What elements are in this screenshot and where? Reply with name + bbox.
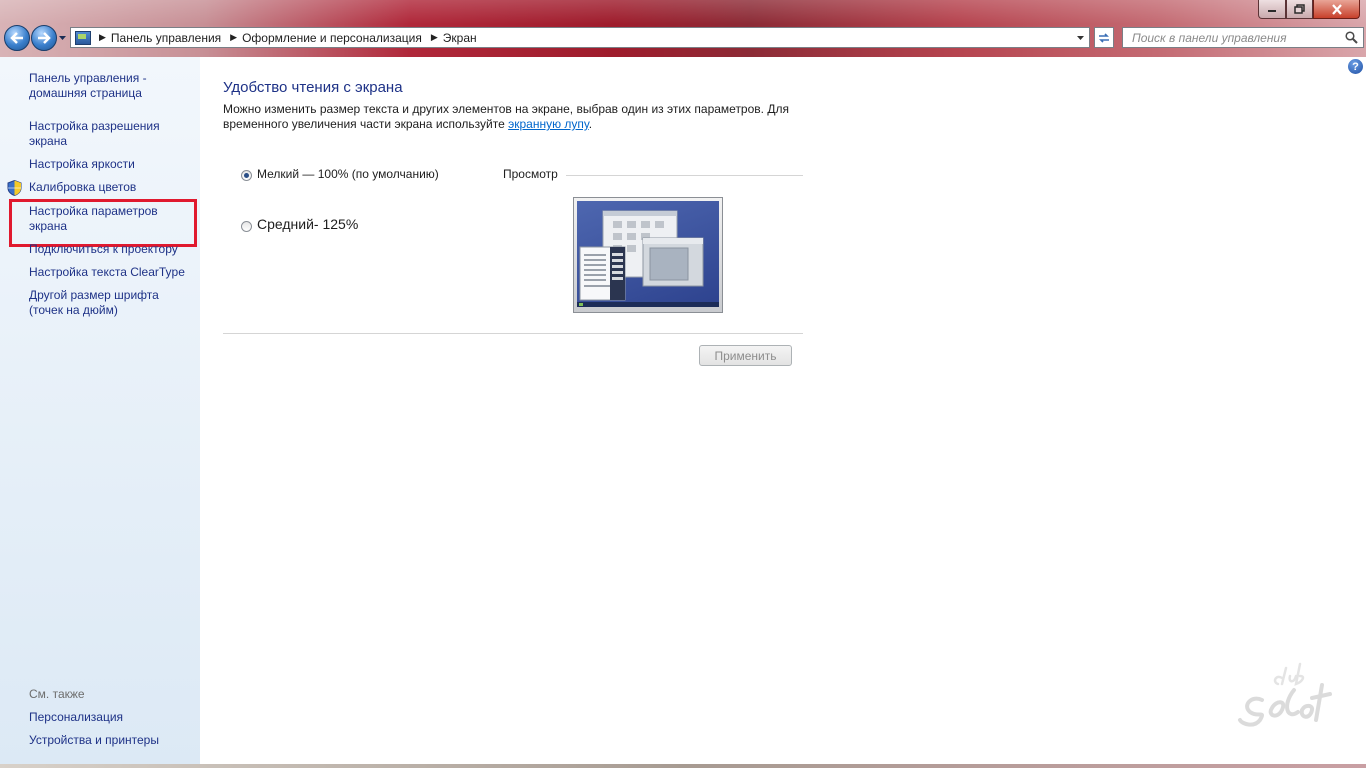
breadcrumb-appearance[interactable]: Оформление и персонализация xyxy=(242,31,422,45)
highlight-annotation xyxy=(9,199,197,247)
close-icon xyxy=(1331,3,1342,15)
forward-button[interactable] xyxy=(31,25,57,51)
watermark-logo xyxy=(1238,662,1332,727)
sidebar-item-control-panel-home[interactable]: Панель управления - домашняя страница xyxy=(29,71,179,101)
sidebar-item-cleartype[interactable]: Настройка текста ClearType xyxy=(29,265,185,280)
description-text: Можно изменить размер текста и других эл… xyxy=(223,102,789,131)
minimize-button[interactable] xyxy=(1258,0,1286,19)
taskbar-edge xyxy=(0,764,1366,768)
breadcrumb-separator-icon[interactable]: ▶ xyxy=(230,32,237,43)
breadcrumb-control-panel[interactable]: Панель управления xyxy=(111,31,221,45)
radio-small[interactable] xyxy=(241,170,252,181)
refresh-icon xyxy=(1099,32,1109,43)
sidebar-item-projector[interactable]: Подключиться к проектору xyxy=(29,242,178,257)
refresh-button[interactable] xyxy=(1094,27,1114,48)
close-button[interactable] xyxy=(1313,0,1360,19)
description-end: . xyxy=(588,117,593,131)
radio-medium[interactable] xyxy=(241,221,252,232)
sidebar-item-brightness[interactable]: Настройка яркости xyxy=(29,157,135,172)
preview-label: Просмотр xyxy=(503,167,558,181)
sidebar-item-resolution[interactable]: Настройка разрешения экрана xyxy=(29,119,179,149)
apply-button[interactable]: Применить xyxy=(699,345,792,366)
back-arrow-icon xyxy=(10,32,23,44)
titlebar-sheen xyxy=(0,0,1366,24)
address-bar[interactable]: ▶ Панель управления ▶ Оформление и персо… xyxy=(70,27,1090,48)
content-divider xyxy=(223,333,803,334)
page-title: Удобство чтения с экрана xyxy=(223,79,403,96)
sidebar-item-custom-dpi[interactable]: Другой размер шрифта (точек на дюйм) xyxy=(29,288,179,318)
see-also-title: См. также xyxy=(29,687,85,701)
maximize-button[interactable] xyxy=(1286,0,1313,19)
radio-small-label[interactable]: Мелкий — 100% (по умолчанию) xyxy=(257,167,439,181)
recent-pages-dropdown[interactable] xyxy=(58,33,67,42)
sidebar-item-personalization[interactable]: Персонализация xyxy=(29,710,123,725)
forward-arrow-icon xyxy=(38,32,51,44)
maximize-icon xyxy=(1294,4,1305,14)
search-input[interactable] xyxy=(1130,29,1349,46)
preview-divider xyxy=(566,175,803,176)
radio-medium-label[interactable]: Средний- 125% xyxy=(257,216,358,232)
preview-image xyxy=(573,197,723,313)
control-panel-icon xyxy=(75,30,91,45)
shield-icon xyxy=(7,180,22,196)
chevron-down-icon xyxy=(59,35,66,40)
preview-screen xyxy=(577,201,719,307)
caption-buttons xyxy=(1258,0,1360,19)
breadcrumb-separator-icon[interactable]: ▶ xyxy=(431,32,438,43)
address-dropdown-button[interactable] xyxy=(1072,29,1088,46)
main-panel xyxy=(200,57,1366,768)
search-box[interactable] xyxy=(1122,27,1364,48)
back-button[interactable] xyxy=(4,25,30,51)
search-icon[interactable] xyxy=(1345,31,1358,44)
page-description: Можно изменить размер текста и других эл… xyxy=(223,102,823,132)
help-icon[interactable]: ? xyxy=(1348,59,1363,74)
chevron-down-icon xyxy=(1076,35,1084,40)
sidebar-item-devices-printers[interactable]: Устройства и принтеры xyxy=(29,733,159,748)
magnifier-link[interactable]: экранную лупу xyxy=(508,117,589,131)
breadcrumb-separator-icon[interactable]: ▶ xyxy=(99,32,106,43)
preview-windows-icon xyxy=(577,210,719,307)
minimize-icon xyxy=(1268,10,1276,12)
breadcrumb-display[interactable]: Экран xyxy=(443,31,477,45)
sidebar-item-color-calibration[interactable]: Калибровка цветов xyxy=(29,180,136,195)
